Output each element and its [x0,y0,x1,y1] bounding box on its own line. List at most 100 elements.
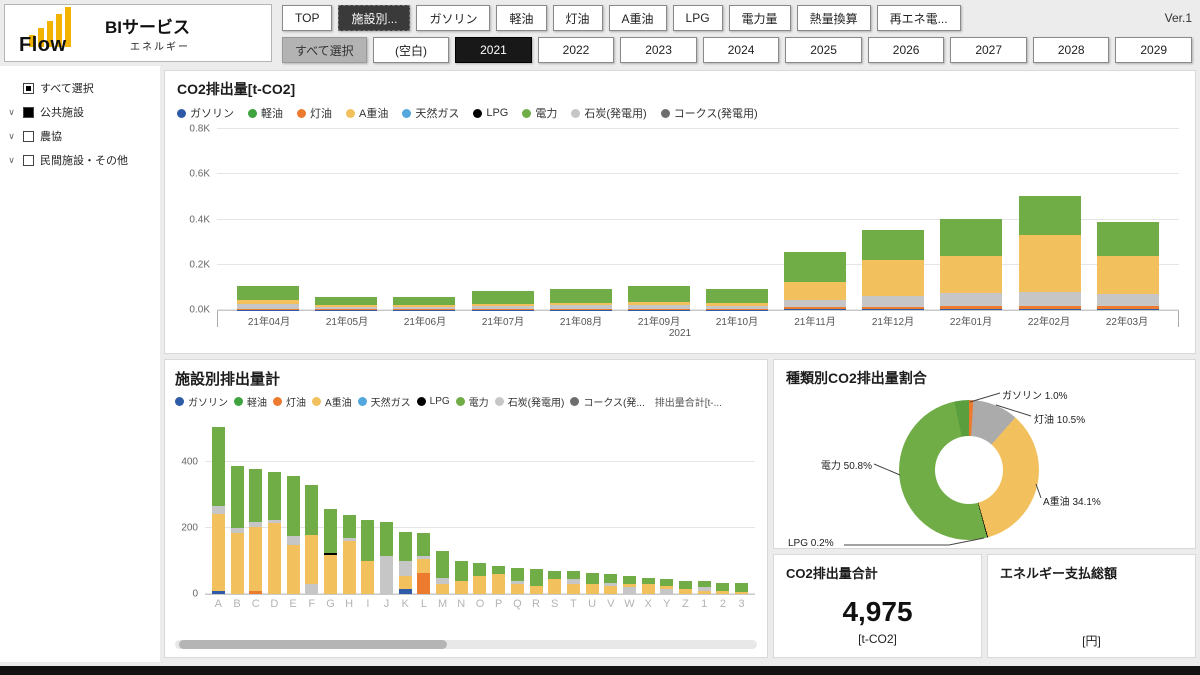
legend-item[interactable]: 石炭(発電用) [495,394,565,409]
stacked-bar-M[interactable] [436,551,449,594]
year-tab[interactable]: 2021 [455,37,532,63]
stacked-bar-J[interactable] [380,522,393,594]
stacked-bar-21年08月[interactable] [550,241,612,310]
stacked-bar-C[interactable] [249,469,262,594]
year-tab[interactable]: 2028 [1033,37,1110,63]
stacked-bar-21年05月[interactable] [315,256,377,310]
legend-item[interactable]: 軽油 [248,105,283,121]
legend-item[interactable]: A重油 [312,394,352,409]
nav-tab[interactable]: 灯油 [553,5,603,31]
legend-item[interactable]: 電力 [456,394,489,409]
nav-tab[interactable]: 熱量換算 [797,5,871,31]
year-tab[interactable]: 2025 [785,37,862,63]
year-tab[interactable]: 2023 [620,37,697,63]
stacked-bar-Y[interactable] [660,579,673,594]
sidebar-item[interactable]: ∨すべて選択 [6,76,154,100]
legend-item[interactable]: 石炭(発電用) [571,105,646,121]
stacked-bar-G[interactable] [324,509,337,595]
stacked-bar-N[interactable] [455,561,468,594]
nav-tab[interactable]: LPG [673,5,723,31]
stacked-bar-S[interactable] [548,571,561,594]
legend-item[interactable]: 軽油 [234,394,267,409]
sidebar-item[interactable]: ∨農協 [6,124,154,148]
stacked-bar-Q[interactable] [511,568,524,594]
nav-tab[interactable]: 施設別... [338,5,410,31]
sidebar-item[interactable]: ∨民間施設・その他 [6,148,154,172]
nav-tab[interactable]: 軽油 [496,5,546,31]
stacked-bar-21年06月[interactable] [393,256,455,310]
chevron-down-icon[interactable]: ∨ [6,107,17,118]
legend-item[interactable]: 電力 [522,105,557,121]
legend-item[interactable]: ガソリン [177,105,234,121]
donut-chart[interactable] [899,400,1039,540]
stacked-bar-21年11月[interactable] [784,196,846,310]
chevron-down-icon[interactable]: ∨ [6,131,17,142]
scrollbar-thumb[interactable] [179,640,447,649]
legend-label: A重油 [325,394,352,409]
legend-item[interactable]: A重油 [346,105,388,121]
year-tab[interactable]: すべて選択 [282,37,367,63]
nav-tab[interactable]: 電力量 [729,5,791,31]
stacked-bar-21年04月[interactable] [237,236,299,310]
nav-tab[interactable]: ガソリン [416,5,490,31]
bar-segment-gasoline [212,591,225,594]
checkbox[interactable] [23,155,34,166]
year-tab[interactable]: 2027 [950,37,1027,63]
chevron-down-icon[interactable]: ∨ [6,155,17,166]
stacked-bar-T[interactable] [567,571,580,594]
stacked-bar-V[interactable] [604,574,617,594]
year-tab[interactable]: (空白) [373,37,450,63]
stacked-bar-D[interactable] [268,472,281,594]
nav-tab[interactable]: A重油 [609,5,667,31]
stacked-bar-1[interactable] [698,581,711,594]
legend-item[interactable]: 灯油 [273,394,306,409]
bar-segment-aheavy [287,545,300,594]
stacked-bar-B[interactable] [231,466,244,594]
stacked-bar-X[interactable] [642,578,655,594]
year-tab[interactable]: 2029 [1115,37,1192,63]
stacked-bar-U[interactable] [586,573,599,594]
checkbox[interactable] [23,107,34,118]
legend-item[interactable]: ガソリン [175,394,228,409]
legend-item[interactable]: コークス(発電用) [661,105,758,121]
stacked-bar-H[interactable] [343,515,356,594]
stacked-bar-W[interactable] [623,576,636,594]
stacked-bar-21年07月[interactable] [472,245,534,310]
checkbox[interactable] [23,83,34,94]
legend-item[interactable]: 天然ガス [358,394,411,409]
stacked-bar-21年10月[interactable] [706,242,768,310]
stacked-bar-E[interactable] [287,476,300,594]
sidebar-item[interactable]: ∨公共施設 [6,100,154,124]
stacked-bar-I[interactable] [361,520,374,594]
stacked-bar-22年03月[interactable] [1097,169,1159,310]
stacked-bar-3[interactable] [735,583,748,595]
stacked-bar-21年09月[interactable] [628,236,690,310]
legend-item[interactable]: 灯油 [297,105,332,121]
legend-item[interactable]: LPG [473,107,508,119]
stacked-bar-O[interactable] [473,563,486,594]
bar-segment-gasoline [940,309,1002,310]
legend-item[interactable]: 天然ガス [402,105,459,121]
stacked-bar-K[interactable] [399,532,412,594]
year-tab[interactable]: 2024 [703,37,780,63]
stacked-bar-22年02月[interactable] [1019,149,1081,310]
year-tab[interactable]: 2026 [868,37,945,63]
stacked-bar-21年12月[interactable] [862,175,924,310]
legend-item[interactable]: コークス(発... [570,394,644,409]
stacked-bar-L[interactable] [417,533,430,594]
horizontal-scrollbar[interactable] [175,640,757,649]
stacked-bar-2[interactable] [716,583,729,595]
stacked-bar-R[interactable] [530,569,543,594]
legend-label: 灯油 [310,105,332,121]
year-tab[interactable]: 2022 [538,37,615,63]
stacked-bar-Z[interactable] [679,581,692,594]
nav-tab[interactable]: TOP [282,5,332,31]
stacked-bar-22年01月[interactable] [940,166,1002,310]
checkbox[interactable] [23,131,34,142]
donut-label-a-heavy-oil: A重油 34.1% [1043,493,1101,508]
nav-tab[interactable]: 再エネ電... [877,5,961,31]
stacked-bar-P[interactable] [492,566,505,594]
stacked-bar-F[interactable] [305,485,318,594]
legend-item[interactable]: LPG [417,396,450,407]
stacked-bar-A[interactable] [212,427,225,594]
